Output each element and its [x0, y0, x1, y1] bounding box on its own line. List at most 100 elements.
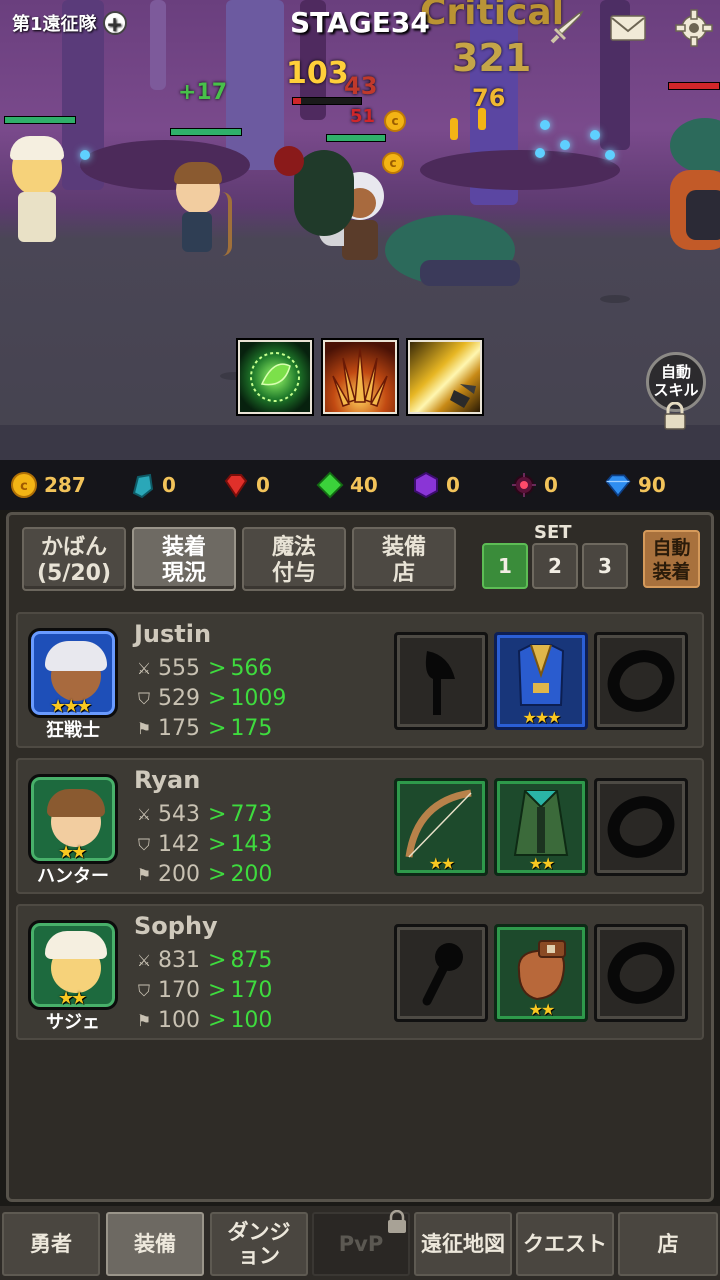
tab-equipment-shop[interactable]: 装備 店: [352, 527, 456, 591]
diamond-counter: 90: [604, 460, 666, 510]
hero-stars: ★★★: [50, 696, 92, 717]
sword-icon: ⚔: [136, 658, 152, 678]
shield-icon: ⛉: [137, 688, 150, 708]
item-stars: ★★: [528, 1000, 556, 1019]
blue-stone-value: 0: [162, 473, 176, 497]
right-enemy-sprite: [650, 150, 720, 250]
hero-class: 狂戦士: [46, 720, 100, 741]
sword-icon: ⚔: [136, 804, 152, 824]
item-stars: ★★: [428, 854, 456, 873]
accessory-slot[interactable]: [594, 632, 688, 730]
purple-gem-icon: [412, 471, 440, 499]
mail-icon[interactable]: [608, 8, 648, 48]
blue-stone-counter: 0: [128, 460, 176, 510]
dark-orb-icon: [510, 471, 538, 499]
speed-stat: ⚑ 200 >200: [134, 862, 273, 887]
damage-number: 321: [452, 36, 532, 80]
hero-row-ryan[interactable]: ★★ ハンター Ryan ⚔ 543 >773 ⛉ 142 >143 ⚑ 200 >2…: [16, 758, 704, 894]
sword-icon[interactable]: [546, 8, 586, 48]
sword-icon: ⚔: [136, 950, 152, 970]
gold-coin-icon: c: [10, 471, 38, 499]
auto-equip-button[interactable]: 自動 装着: [643, 530, 700, 588]
team-label: 第1遠征隊: [12, 14, 97, 35]
tab-shop-label: 装備: [381, 535, 426, 560]
gold-value: 287: [44, 473, 86, 497]
item-stars: ★★★: [522, 708, 561, 727]
stage-label: STAGE34: [290, 6, 430, 39]
weapon-slot[interactable]: [394, 632, 488, 730]
speed-stat: ⚑ 100 >100: [134, 1008, 273, 1033]
blue-stone-icon: [128, 471, 156, 499]
hero-name: Sophy: [134, 912, 218, 940]
weapon-slot[interactable]: [394, 924, 488, 1022]
nav-equip[interactable]: 装備: [106, 1212, 204, 1276]
tab-bag[interactable]: かばん (5/20): [22, 527, 126, 591]
lock-icon: [386, 1209, 408, 1234]
tab-enchant-label: 魔法: [271, 535, 316, 560]
green-gem-counter: 40: [316, 460, 378, 510]
team-selector[interactable]: 第1遠征隊 +: [12, 10, 127, 36]
tab-equip-status[interactable]: 装着 現況: [132, 527, 236, 591]
nav-expedition-map[interactable]: 遠征地図: [414, 1212, 512, 1276]
sophy-hp-bar: [4, 116, 76, 124]
red-gem-icon: [222, 471, 250, 499]
nav-dungeon-label: ダンジ: [227, 1220, 291, 1244]
set-button-2[interactable]: 2: [532, 543, 578, 589]
accessory-slot[interactable]: [594, 924, 688, 1022]
gear-icon[interactable]: [674, 8, 714, 48]
hero-stars: ★★: [58, 842, 87, 863]
ryan-hp-bar: [170, 128, 242, 136]
sophy-battle-sprite: [8, 136, 74, 250]
auto-equip-label: 自動: [652, 537, 691, 559]
right-enemy-hp-bar: [668, 82, 720, 90]
defense-stat: ⛉ 170 >170: [134, 978, 272, 1003]
hero-stars: ★★: [58, 988, 87, 1009]
plus-circle-icon[interactable]: +: [102, 11, 127, 35]
leaf-skill-icon[interactable]: [238, 340, 312, 414]
tab-equip-label: 装着: [161, 535, 206, 560]
lock-icon: [662, 401, 688, 430]
nav-dungeon[interactable]: ダンジ ョン: [210, 1212, 308, 1276]
flag-icon: ⚑: [136, 864, 152, 884]
tab-enchant-label: 付与: [271, 561, 316, 586]
attack-stat: ⚔ 543 >773: [134, 802, 273, 827]
damage-number: 103: [286, 56, 349, 91]
hero-name: Justin: [134, 620, 212, 648]
armor-slot[interactable]: ★★: [494, 778, 588, 876]
defense-stat: ⛉ 142 >143: [134, 832, 272, 857]
tab-enchant[interactable]: 魔法 付与: [242, 527, 346, 591]
justin-hp-bar: [326, 134, 386, 142]
svg-text:c: c: [20, 479, 28, 494]
nav-quest[interactable]: クエスト: [516, 1212, 614, 1276]
green-gem-icon: [316, 471, 344, 499]
nav-hero[interactable]: 勇者: [2, 1212, 100, 1276]
critical-text: Critical: [420, 0, 565, 33]
accessory-slot[interactable]: [594, 778, 688, 876]
slash-skill-icon[interactable]: [408, 340, 482, 414]
hero-class: サジェ: [46, 1012, 100, 1033]
red-gem-value: 0: [256, 473, 270, 497]
armor-slot[interactable]: ★★: [494, 924, 588, 1022]
flag-icon: ⚑: [136, 1010, 152, 1030]
hero-class: ハンター: [37, 866, 109, 887]
diamond-value: 90: [638, 473, 666, 497]
set-label: SET: [534, 522, 572, 543]
tab-bag-label: かばん: [40, 535, 107, 560]
damage-number: 43: [344, 72, 378, 100]
dark-orb-value: 0: [544, 473, 558, 497]
hero-row-sophy[interactable]: ★★ サジェ Sophy ⚔ 831 >875 ⛉ 170 >170 ⚑ 100 >1…: [16, 904, 704, 1040]
weapon-slot[interactable]: ★★: [394, 778, 488, 876]
hero-name: Ryan: [134, 766, 201, 794]
purple-gem-counter: 0: [412, 460, 460, 510]
damage-number: 51: [350, 106, 376, 127]
set-button-3[interactable]: 3: [582, 543, 628, 589]
ring-silhouette-icon: [597, 650, 685, 731]
armor-slot[interactable]: ★★★: [494, 632, 588, 730]
speed-stat: ⚑ 175 >175: [134, 716, 273, 741]
ryan-battle-sprite: [170, 162, 250, 258]
hero-row-justin[interactable]: ★★★ 狂戦士 Justin ⚔ 555 >566 ⛉ 529 >1009 ⚑ 17…: [16, 612, 704, 748]
spikes-skill-icon[interactable]: [323, 340, 397, 414]
nav-shop[interactable]: 店: [618, 1212, 718, 1276]
set-button-1[interactable]: 1: [482, 543, 528, 589]
flag-icon: ⚑: [136, 718, 152, 738]
